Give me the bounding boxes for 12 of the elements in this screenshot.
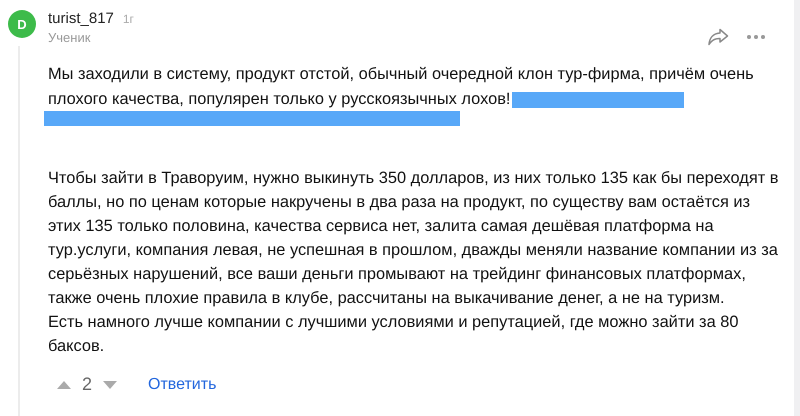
- reply-link[interactable]: Ответить: [148, 376, 216, 394]
- downvote-icon[interactable]: [102, 380, 118, 390]
- comment-text: Чтобы зайти в Траворуим, нужно выкинуть 350 долларов, из них только 135 как бы переходят в баллы, но по ценам которые накручены в два раза на продукт, по существу вам остаётся из этих 135 только половина, качества сервиса нет, залита самая дешёвая платформа на тур.услуги, компания левая, не успешная в прошлом, дважды меняли название компании из за серьёзных нарушений, все ваши деньги промывают на трейдинг финансовых платформах, также очень плохие правила в клубе, рассчитаны на выкачивание денег, а не на туризм. Есть намного лучше компании с лучшими условиями и репутацией, где можно зайти за 80 баксов.: [48, 168, 780, 357]
- upvote-icon[interactable]: [56, 380, 72, 390]
- author-rank: Ученик: [48, 30, 92, 45]
- more-icon[interactable]: [746, 34, 766, 40]
- comment-text: Мы заходили в систему, продукт отстой, обычный очередной клон тур-фирма, причём очень плохого качества, популярен только у русскоязычных лохов!: [48, 64, 755, 110]
- share-icon[interactable]: [707, 28, 729, 46]
- comment-time: 1г: [122, 12, 134, 26]
- avatar: D: [8, 10, 36, 38]
- author-name[interactable]: turist_817: [48, 10, 114, 27]
- vote-count: 2: [82, 374, 92, 395]
